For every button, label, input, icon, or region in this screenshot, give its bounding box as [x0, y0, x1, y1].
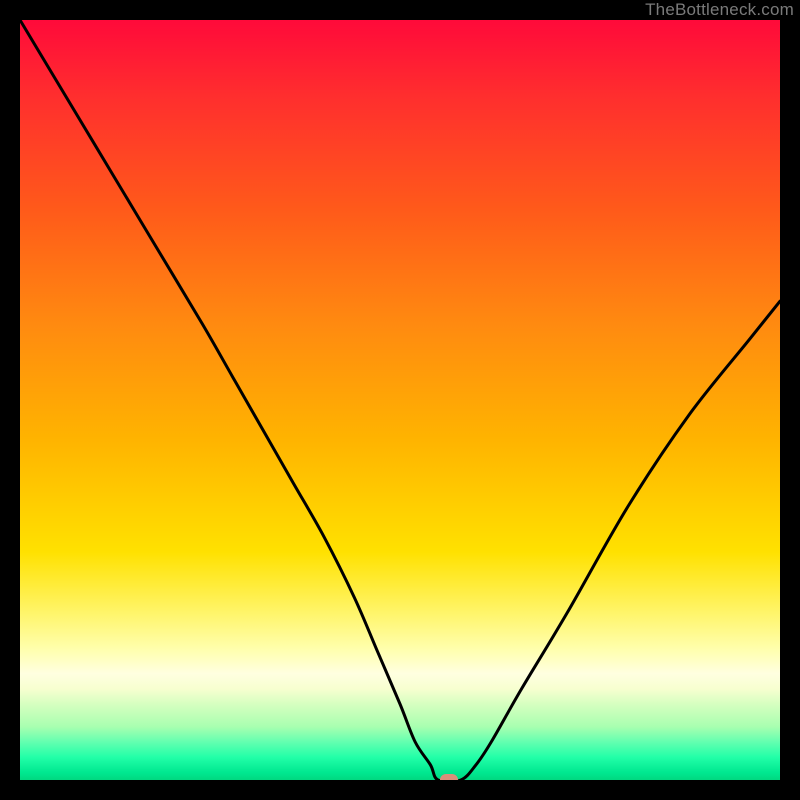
bottleneck-curve — [20, 20, 780, 780]
plot-area — [20, 20, 780, 780]
watermark-text: TheBottleneck.com — [645, 0, 794, 20]
chart-frame: TheBottleneck.com — [0, 0, 800, 800]
minimum-marker — [440, 774, 458, 780]
